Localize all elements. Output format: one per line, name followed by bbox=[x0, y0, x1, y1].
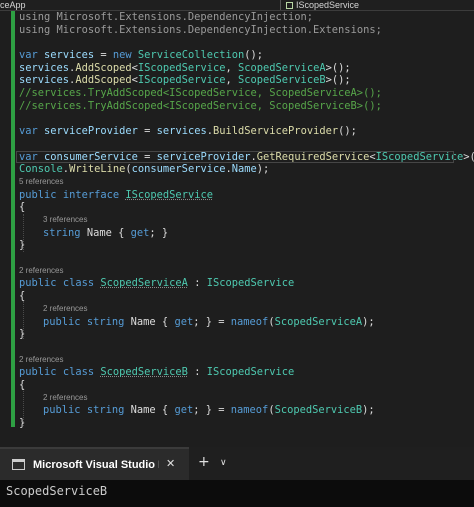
code-line: public interface IScopedService bbox=[19, 188, 213, 201]
code-line: { bbox=[19, 201, 26, 214]
code-line: } bbox=[19, 328, 26, 341]
code-line: public string Name { get; } = nameof(Sco… bbox=[43, 315, 375, 328]
console-output-area[interactable]: ScopedServiceB bbox=[0, 480, 474, 507]
code-line: var services = new ServiceCollection(); bbox=[19, 49, 264, 62]
codelens-references[interactable]: 2 references bbox=[19, 392, 474, 405]
terminal-icon bbox=[12, 459, 25, 470]
code-line: public string Name { get; } = nameof(Sco… bbox=[43, 404, 375, 417]
interface-member-icon bbox=[286, 2, 293, 9]
code-line: public class ScopedServiceB : IScopedSer… bbox=[19, 366, 295, 379]
terminal-tab-strip: Microsoft Visual Studio Debug Console ✕ … bbox=[0, 447, 474, 480]
code-line: using Microsoft.Extensions.DependencyInj… bbox=[19, 11, 314, 23]
code-line: { bbox=[19, 378, 26, 391]
console-output: ScopedServiceB bbox=[6, 484, 108, 498]
code-line: Console.WriteLine(consumerService.Name); bbox=[19, 163, 270, 176]
code-line: } bbox=[19, 239, 26, 252]
code-line: services.AddScoped<IScopedService, Scope… bbox=[19, 61, 351, 74]
codelens-references[interactable]: 3 references bbox=[19, 214, 474, 227]
close-icon[interactable]: ✕ bbox=[166, 456, 175, 472]
change-tracking-bar bbox=[11, 11, 15, 427]
codelens-references[interactable]: 2 references bbox=[19, 354, 474, 367]
navigation-bar: ceApp IScopedService bbox=[0, 0, 474, 11]
code-comment: //services.TryAddScoped<IScopedService, … bbox=[19, 87, 382, 100]
code-line: services.AddScoped<IScopedService, Scope… bbox=[19, 74, 351, 87]
terminal-tab-title: Microsoft Visual Studio Debug Console bbox=[33, 459, 159, 471]
code-line: public class ScopedServiceA : IScopedSer… bbox=[19, 277, 295, 290]
project-dropdown[interactable]: ceApp bbox=[0, 0, 26, 10]
code-line: using Microsoft.Extensions.DependencyInj… bbox=[19, 23, 382, 36]
code-line: } bbox=[19, 417, 26, 429]
code-line: { bbox=[19, 290, 26, 303]
terminal-tab[interactable]: Microsoft Visual Studio Debug Console ✕ bbox=[0, 447, 189, 480]
chevron-down-icon[interactable]: ∨ bbox=[220, 455, 227, 471]
navbar-divider bbox=[280, 0, 281, 10]
new-tab-button[interactable]: + bbox=[198, 453, 210, 471]
codelens-references[interactable]: 5 references bbox=[19, 176, 474, 189]
code-line: string Name { get; } bbox=[43, 226, 169, 239]
code-comment: //services.TryAddScoped<IScopedService, … bbox=[19, 99, 382, 112]
member-dropdown[interactable]: IScopedService bbox=[296, 0, 359, 10]
code-lines: using Microsoft.Extensions.DependencyInj… bbox=[16, 11, 474, 430]
code-editor[interactable]: using Microsoft.Extensions.DependencyInj… bbox=[0, 11, 474, 441]
codelens-references[interactable]: 2 references bbox=[19, 303, 474, 316]
current-code-line: var consumerService = serviceProvider.Ge… bbox=[16, 150, 474, 164]
codelens-references[interactable]: 2 references bbox=[19, 265, 474, 278]
code-line: var serviceProvider = services.BuildServ… bbox=[19, 125, 357, 138]
